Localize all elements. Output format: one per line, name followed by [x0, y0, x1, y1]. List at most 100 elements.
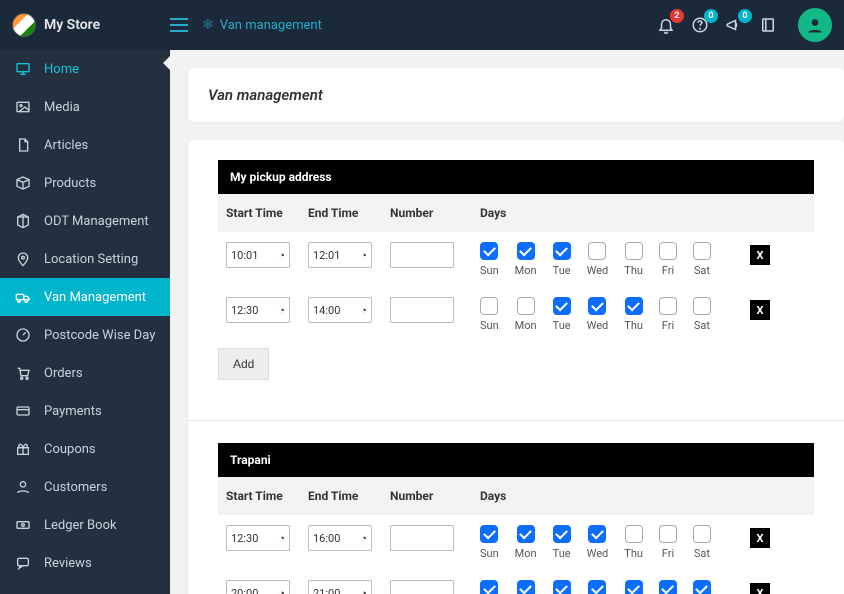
day-checkbox-sun[interactable] [480, 242, 498, 260]
day-label: Sun [480, 264, 499, 277]
sidebar-item-van[interactable]: Van Management [0, 278, 170, 316]
sidebar-item-label: Products [44, 176, 96, 191]
clock-icon: ◔ [360, 532, 367, 545]
sidebar-item-customers[interactable]: Customers [0, 468, 170, 506]
table-row: 12:30◔16:00◔SunMonTueWedThuFriSatX [218, 515, 814, 570]
sidebar-item-label: Reviews [44, 556, 92, 571]
number-input[interactable] [390, 580, 454, 594]
day-checkbox-tue[interactable] [553, 242, 571, 260]
sidebar-item-articles[interactable]: Articles [0, 126, 170, 164]
help-button[interactable]: 0 [690, 15, 710, 35]
day-checkbox-wed[interactable] [588, 242, 606, 260]
clock-icon: ◔ [278, 587, 285, 594]
sidebar-item-payments[interactable]: Payments [0, 392, 170, 430]
day-cell: Thu [624, 580, 643, 594]
sidebar-item-label: Media [44, 100, 80, 115]
day-checkbox-fri[interactable] [659, 242, 677, 260]
day-checkbox-sun[interactable] [480, 297, 498, 315]
col-number: Number [390, 206, 480, 220]
brand[interactable]: My Store [12, 13, 170, 37]
start-time-input[interactable]: 20:00◔ [226, 580, 290, 594]
user-icon [14, 478, 32, 496]
sidebar-item-orders[interactable]: Orders [0, 354, 170, 392]
number-input[interactable] [390, 525, 454, 551]
day-checkbox-sat[interactable] [693, 580, 711, 594]
sidebar-item-postcode[interactable]: Postcode Wise Day [0, 316, 170, 354]
start-time-input[interactable]: 12:30◔ [226, 297, 290, 323]
notifications-button[interactable]: 2 [656, 15, 676, 35]
day-cell: Tue [553, 580, 571, 594]
day-label: Fri [662, 319, 674, 332]
day-cell: Tue [553, 525, 571, 560]
day-checkbox-fri[interactable] [659, 525, 677, 543]
day-cell: Mon [515, 297, 537, 332]
day-checkbox-tue[interactable] [553, 297, 571, 315]
day-label: Sun [480, 547, 499, 560]
page-title-text: Van management [208, 86, 824, 104]
schedule-section: TrapaniStart TimeEnd TimeNumberDays12:30… [218, 443, 814, 594]
delete-row-button[interactable]: X [750, 528, 770, 548]
end-time-input[interactable]: 16:00◔ [308, 525, 372, 551]
start-time-input[interactable]: 10:01◔ [226, 242, 290, 268]
day-checkbox-wed[interactable] [588, 580, 606, 594]
day-checkbox-sat[interactable] [693, 525, 711, 543]
sidebar-item-media[interactable]: Media [0, 88, 170, 126]
sidebar-item-label: Coupons [44, 442, 96, 457]
day-checkbox-wed[interactable] [588, 525, 606, 543]
day-checkbox-thu[interactable] [625, 242, 643, 260]
end-time-input[interactable]: 12:01◔ [308, 242, 372, 268]
day-checkbox-thu[interactable] [625, 297, 643, 315]
day-label: Fri [662, 264, 674, 277]
day-cell: Sat [693, 297, 711, 332]
card-icon [14, 402, 32, 420]
day-checkbox-mon[interactable] [517, 297, 535, 315]
announcements-badge: 0 [738, 9, 752, 23]
day-checkbox-thu[interactable] [625, 525, 643, 543]
user-icon [805, 15, 825, 35]
end-time-input[interactable]: 14:00◔ [308, 297, 372, 323]
section-divider [188, 420, 844, 421]
menu-toggle-icon[interactable] [170, 18, 188, 32]
announcements-button[interactable]: 0 [724, 15, 744, 35]
day-checkbox-tue[interactable] [553, 580, 571, 594]
sidebar-item-coupons[interactable]: Coupons [0, 430, 170, 468]
start-time-input[interactable]: 12:30◔ [226, 525, 290, 551]
day-checkbox-wed[interactable] [588, 297, 606, 315]
day-checkbox-thu[interactable] [625, 580, 643, 594]
delete-row-button[interactable]: X [750, 300, 770, 320]
day-checkbox-tue[interactable] [553, 525, 571, 543]
sidebar-item-products[interactable]: Products [0, 164, 170, 202]
breadcrumb[interactable]: ❄ Van management [202, 17, 322, 33]
delete-row-button[interactable]: X [750, 583, 770, 594]
gauge-icon [14, 326, 32, 344]
day-checkbox-sat[interactable] [693, 242, 711, 260]
day-checkbox-mon[interactable] [517, 580, 535, 594]
breadcrumb-icon: ❄ [202, 17, 214, 33]
number-input[interactable] [390, 297, 454, 323]
add-button[interactable]: Add [218, 348, 269, 380]
end-time-input[interactable]: 21:00◔ [308, 580, 372, 594]
day-checkbox-mon[interactable] [517, 242, 535, 260]
sidebar-item-ledger[interactable]: Ledger Book [0, 506, 170, 544]
day-checkbox-sun[interactable] [480, 580, 498, 594]
sidebar-item-addstore[interactable]: Add to My Store [0, 582, 170, 594]
help-badge: 0 [704, 9, 718, 23]
sidebar-item-reviews[interactable]: Reviews [0, 544, 170, 582]
sidebar-item-odt[interactable]: ODT Management [0, 202, 170, 240]
image-icon [14, 98, 32, 116]
delete-row-button[interactable]: X [750, 245, 770, 265]
day-checkbox-fri[interactable] [659, 580, 677, 594]
day-checkbox-mon[interactable] [517, 525, 535, 543]
sidebar-item-home[interactable]: Home [0, 50, 170, 88]
day-checkbox-sun[interactable] [480, 525, 498, 543]
day-checkbox-fri[interactable] [659, 297, 677, 315]
monitor-icon [14, 60, 32, 78]
sidebar-item-label: Payments [44, 404, 102, 419]
day-cell: Sat [693, 580, 711, 594]
number-input[interactable] [390, 242, 454, 268]
avatar[interactable] [798, 8, 832, 42]
day-cell: Wed [587, 297, 609, 332]
sidebar-item-location[interactable]: Location Setting [0, 240, 170, 278]
day-checkbox-sat[interactable] [693, 297, 711, 315]
docs-button[interactable] [758, 15, 778, 35]
